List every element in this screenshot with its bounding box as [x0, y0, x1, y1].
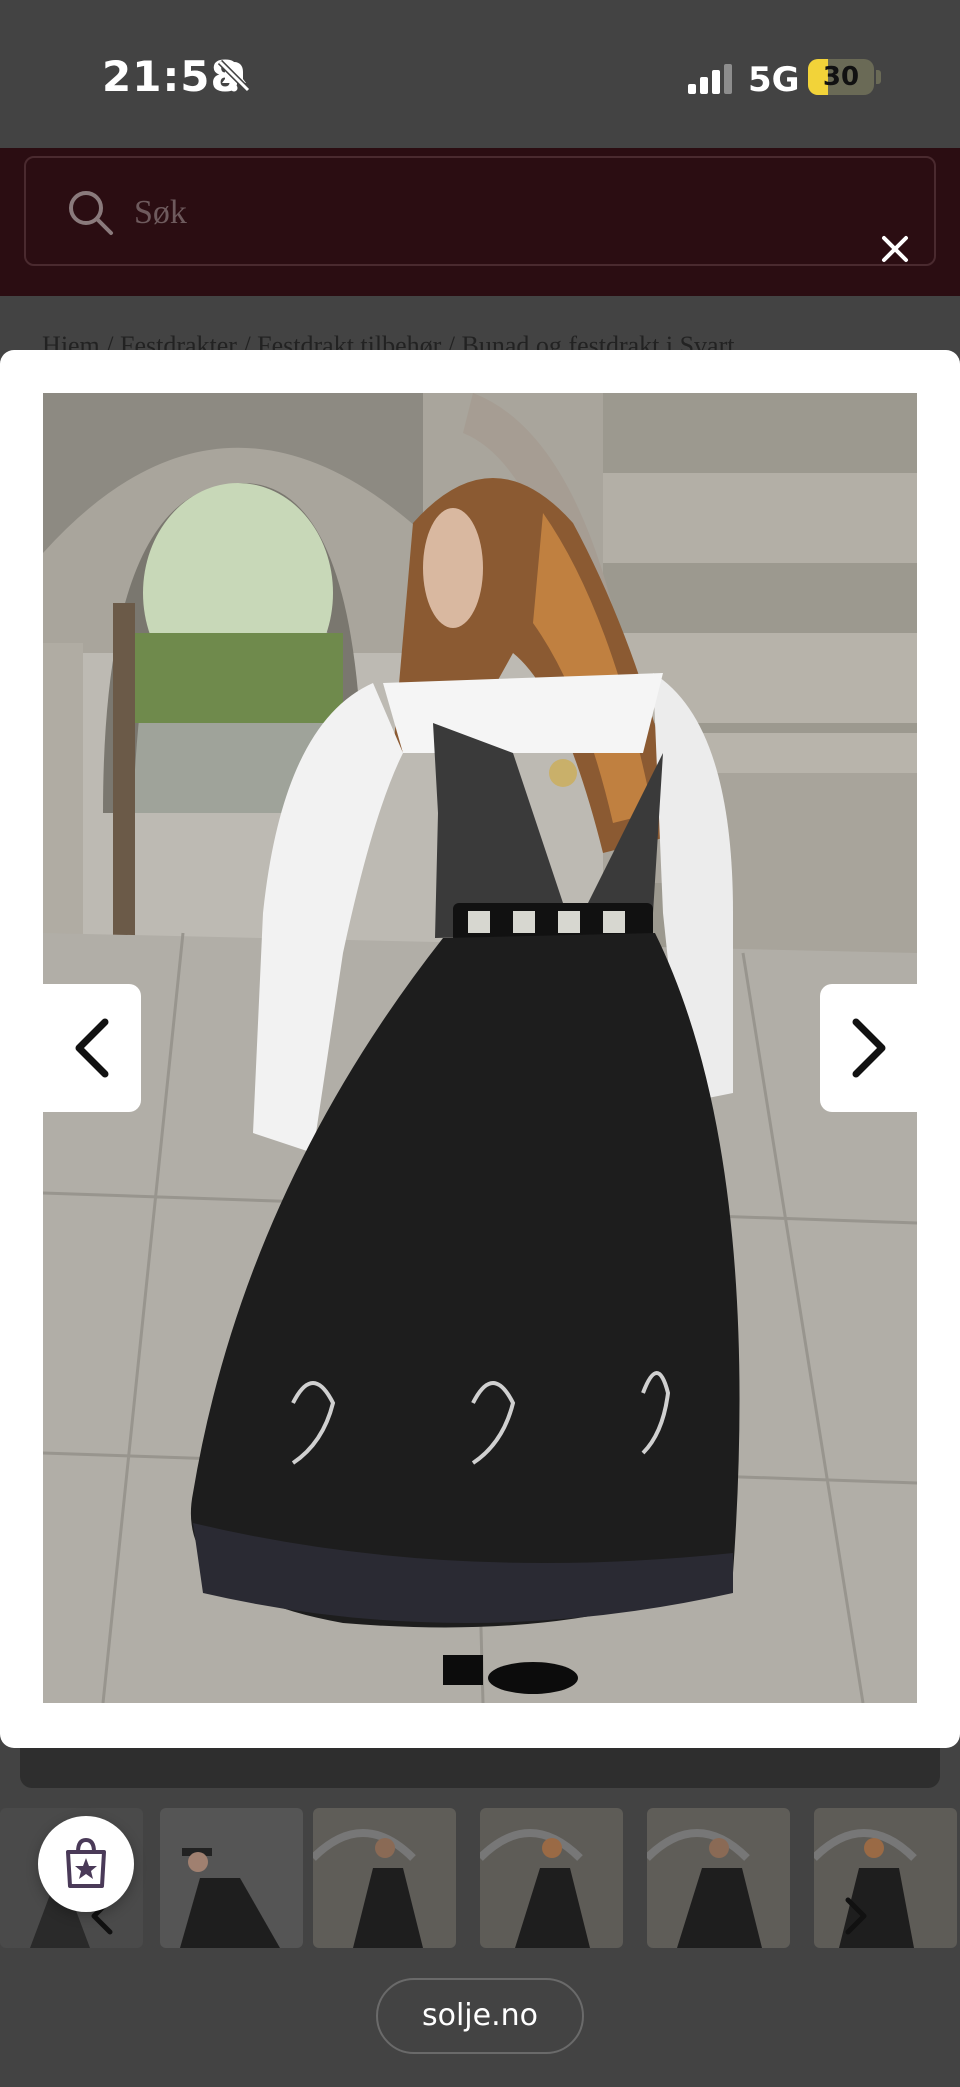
- shop-button[interactable]: [38, 1816, 134, 1912]
- thumbnail[interactable]: [814, 1808, 957, 1948]
- thumbnail[interactable]: [313, 1808, 456, 1948]
- search-icon: [69, 191, 113, 235]
- shopping-bag-star-icon: [66, 1838, 106, 1888]
- thumbnail[interactable]: [480, 1808, 623, 1948]
- status-bar: 21:58 5G 30: [0, 0, 960, 148]
- bell-slash-icon: [217, 59, 251, 93]
- network-label: 5G: [748, 60, 800, 100]
- thumbnail[interactable]: [647, 1808, 790, 1948]
- browser-url[interactable]: solje.no: [376, 1978, 584, 2054]
- battery-level: 30: [822, 62, 860, 92]
- chevron-right-icon[interactable]: [842, 1896, 872, 1936]
- close-icon[interactable]: [880, 234, 910, 264]
- chevron-left-icon: [75, 1018, 109, 1078]
- signal-icon: [688, 64, 732, 94]
- breadcrumb: Hjem / Festdrakter / Festdrakt tilbehør …: [42, 331, 735, 350]
- previous-image-button[interactable]: [43, 984, 141, 1112]
- search-box[interactable]: [24, 156, 936, 266]
- search-header: [0, 148, 960, 296]
- search-input[interactable]: [134, 180, 834, 246]
- battery-indicator: 30: [808, 59, 874, 95]
- image-lightbox: [0, 350, 960, 1748]
- thumbnail[interactable]: [160, 1808, 303, 1948]
- product-photo: [43, 393, 917, 1703]
- battery-cap: [876, 70, 881, 84]
- thumbnail-strip: [0, 1808, 960, 1948]
- main-image-edge: [20, 1748, 940, 1788]
- chevron-right-icon: [852, 1018, 886, 1078]
- next-image-button[interactable]: [820, 984, 918, 1112]
